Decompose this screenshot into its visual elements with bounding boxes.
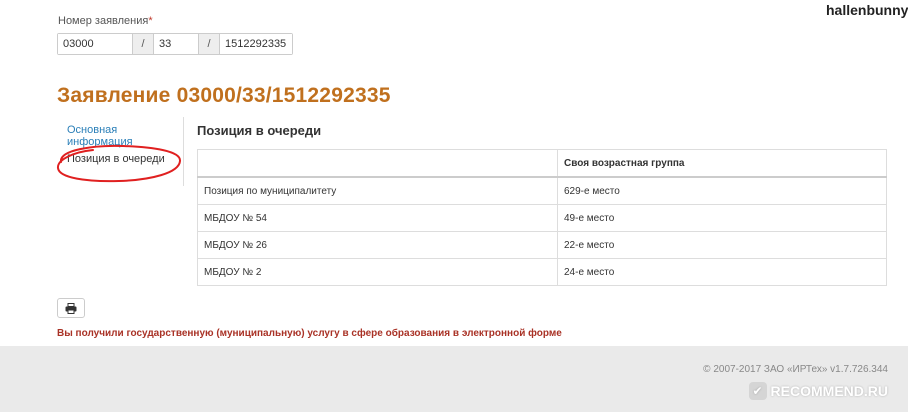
application-number-group: / / — [57, 33, 293, 55]
table-cell: МБДОУ № 54 — [197, 204, 558, 232]
table-cell: МБДОУ № 2 — [197, 258, 558, 286]
footer: © 2007-2017 ЗАО «ИРТех» v1.7.726.344 ✔ R… — [0, 346, 908, 412]
print-button[interactable] — [57, 298, 85, 318]
table-row: МБДОУ № 2 24-е место — [197, 258, 887, 286]
tab-queue-position[interactable]: Позиция в очереди — [57, 146, 183, 174]
table-header-row: Своя возрастная группа — [197, 149, 887, 178]
table-cell: 629-е место — [557, 176, 887, 205]
section-title: Позиция в очереди — [197, 123, 322, 138]
table-cell: 24-е место — [557, 258, 887, 286]
queue-position-table: Своя возрастная группа Позиция по муници… — [197, 149, 887, 286]
application-number-part3-input[interactable] — [220, 34, 292, 54]
printer-icon — [65, 302, 77, 314]
table-row: МБДОУ № 54 49-е место — [197, 204, 887, 232]
recommend-logo-icon: ✔ — [748, 382, 767, 400]
separator: / — [198, 34, 220, 54]
application-number-part2-input[interactable] — [154, 34, 198, 54]
table-cell: МБДОУ № 26 — [197, 231, 558, 259]
tab-main-info[interactable]: Основная информация — [57, 117, 183, 148]
required-mark: * — [148, 15, 153, 27]
separator: / — [132, 34, 154, 54]
page-title: Заявление 03000/33/1512292335 — [57, 84, 391, 107]
table-header-cell — [197, 149, 558, 178]
watermark-username: hallenbunny — [826, 2, 908, 18]
application-number-part1-input[interactable] — [58, 34, 132, 54]
application-number-label: Номер заявления* — [58, 15, 153, 27]
table-row: Позиция по муниципалитету 629-е место — [197, 176, 887, 205]
copyright: © 2007-2017 ЗАО «ИРТех» v1.7.726.344 — [703, 364, 888, 375]
table-cell: 22-е место — [557, 231, 887, 259]
recommend-watermark: ✔ RECOMMEND.RU — [748, 382, 888, 400]
tabs-divider — [183, 117, 184, 186]
table-cell: Позиция по муниципалитету — [197, 176, 558, 205]
table-row: МБДОУ № 26 22-е место — [197, 231, 887, 259]
table-cell: 49-е место — [557, 204, 887, 232]
success-notice: Вы получили государственную (муниципальн… — [57, 328, 562, 339]
side-tabs: Основная информация Позиция в очереди — [57, 117, 183, 174]
table-header-cell: Своя возрастная группа — [557, 149, 887, 178]
